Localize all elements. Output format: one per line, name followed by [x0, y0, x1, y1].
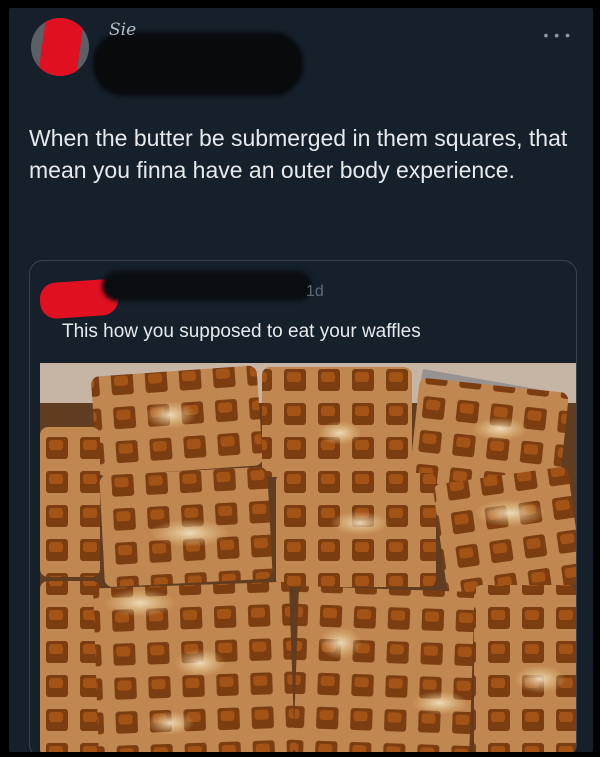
quoted-name-redaction — [102, 271, 312, 301]
author-name[interactable]: Sie — [109, 20, 136, 40]
author-name-redaction — [93, 32, 303, 96]
author-avatar[interactable] — [31, 18, 89, 76]
waffles-photo-illustration — [40, 363, 576, 752]
avatar-redaction — [35, 18, 85, 76]
screenshot-frame: Sie • • • When the butter be submerged i… — [0, 0, 600, 757]
quoted-text: This how you supposed to eat your waffle… — [62, 321, 421, 342]
quoted-timestamp[interactable]: 1d — [306, 283, 324, 301]
waffles-photo[interactable] — [40, 363, 576, 752]
more-icon[interactable]: • • • — [544, 28, 571, 42]
tweet-text: When the butter be submerged in them squ… — [29, 125, 568, 183]
quoted-tweet[interactable]: 1d This how you supposed to eat your waf… — [29, 260, 577, 752]
tweet-card[interactable]: Sie • • • When the butter be submerged i… — [9, 8, 593, 752]
